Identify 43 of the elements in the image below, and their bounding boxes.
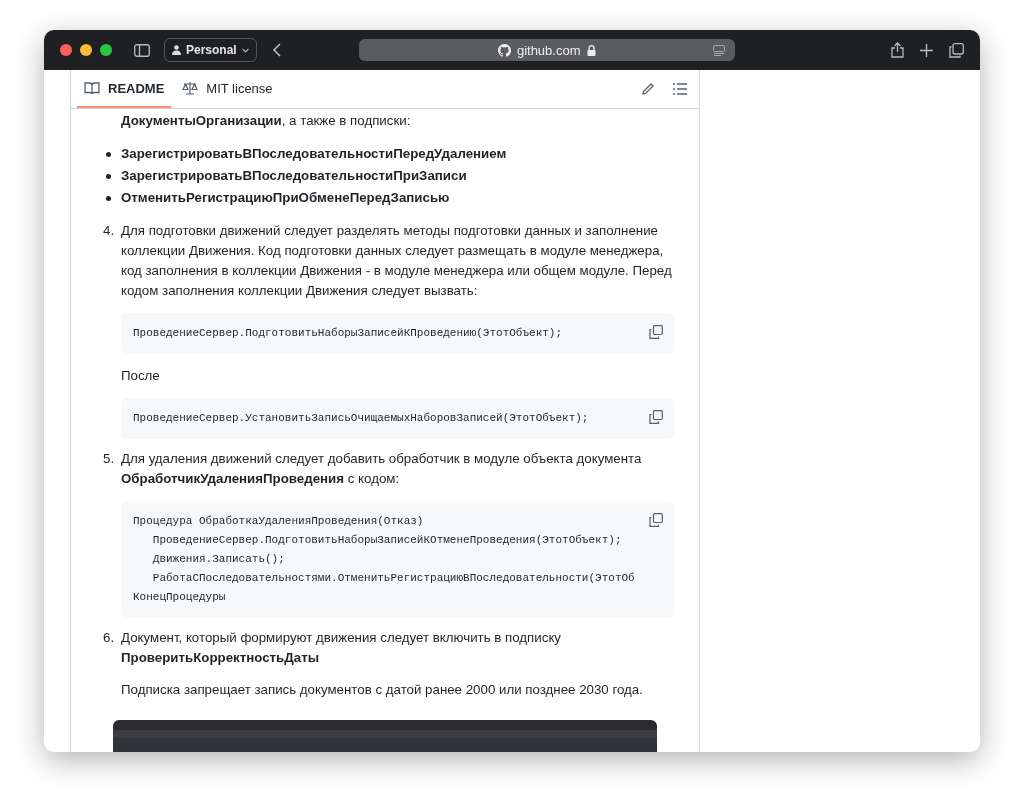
bullet-icon xyxy=(106,173,111,179)
scale-icon xyxy=(182,81,199,95)
code-text: Процедура ОбработкаУдаленияПроведения(Отказ) ПроведениеСервер.ПодготовитьНаборыЗаписейКОтменеПроведения(ЭтотОбъект); Движения.Записать(); РаботаСПоследовательностями.ОтменитьРегистрациюВПоследовательности(ЭтотОб КонецПроцедуры xyxy=(133,514,635,605)
paragraph: ДокументыОрганизации, а также в подписки: xyxy=(121,112,412,130)
code-text: ПроведениеСервер.УстановитьЗаписьОчищаемыхНаборовЗаписей(ЭтотОбъект); xyxy=(133,411,589,426)
close-window-button[interactable] xyxy=(60,44,72,56)
bullet-icon xyxy=(106,151,111,157)
url-text: github.com xyxy=(516,42,581,58)
bullet-icon xyxy=(106,195,111,201)
paragraph: Для подготовки движений следует разделять методы подготовки данных и заполнение коллекции Движения. Код подготовки данных следует размещать в модуле менеджера, код заполнения в коллекции Движения - в модуле менеджера или общем модуле. Перед кодом заполнения коллекции Движения следует вызвать: xyxy=(121,222,673,300)
code-text: ПроведениеСервер.ПодготовитьНаборыЗаписейКПроведению(ЭтотОбъект); xyxy=(133,326,563,341)
readme-tab[interactable]: README xyxy=(77,70,172,108)
paragraph: Для удаления движений следует добавить обработчик в модуле объекта документа ОбработчикУдаленияПроведения с кодом: xyxy=(121,450,643,488)
sidebar-icon[interactable] xyxy=(134,43,150,57)
list-number: 4. xyxy=(103,222,116,240)
list-item: ЗарегистрироватьВПоследовательностиПередУдалением xyxy=(121,145,507,163)
reader-icon[interactable] xyxy=(712,45,725,56)
person-icon xyxy=(172,45,181,55)
copy-icon[interactable] xyxy=(649,325,663,339)
paragraph: После xyxy=(121,367,161,385)
readme-tab[interactable]: MIT license xyxy=(175,70,280,108)
paragraph: Подписка запрещает запись документов с датой ранее 2000 или позднее 2030 года. xyxy=(121,681,644,699)
caret-icon xyxy=(241,47,249,53)
minimize-window-button[interactable] xyxy=(80,44,92,56)
list-icon[interactable] xyxy=(673,83,687,95)
pencil-icon[interactable] xyxy=(641,82,655,96)
copy-icon[interactable] xyxy=(649,513,663,527)
list-item: ОтменитьРегистрациюПриОбменеПередЗаписью xyxy=(121,189,450,207)
paragraph: Документ, который формируют движения следует включить в подписку ПроверитьКорректностьДаты xyxy=(121,629,562,667)
book-icon xyxy=(84,81,100,95)
profile-button[interactable]: Personal xyxy=(164,38,257,62)
share-icon[interactable] xyxy=(891,42,904,58)
lock-icon xyxy=(586,44,596,56)
list-item: ЗарегистрироватьВПоследовательностиПриЗаписи xyxy=(121,167,467,185)
list-number: 5. xyxy=(103,450,116,468)
address-bar[interactable]: github.com xyxy=(358,39,735,61)
copy-icon[interactable] xyxy=(649,410,663,424)
new-tab-icon[interactable] xyxy=(920,43,933,57)
list-number: 6. xyxy=(103,629,116,647)
back-icon[interactable] xyxy=(272,43,281,57)
github-logo-icon xyxy=(497,43,511,57)
tabs-overview-icon[interactable] xyxy=(949,42,964,58)
zoom-window-button[interactable] xyxy=(100,44,112,56)
